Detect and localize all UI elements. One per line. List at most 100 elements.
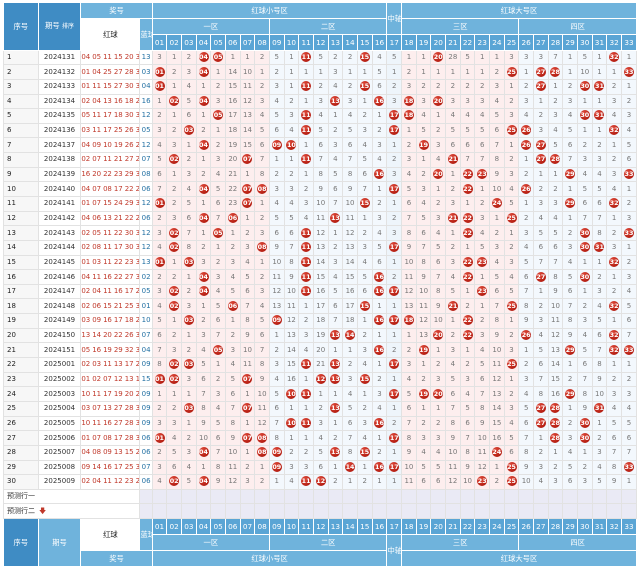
prediction-blue-cell[interactable] [139, 488, 153, 505]
row-issue[interactable]: 2025008 [37, 459, 82, 476]
prediction-cell[interactable] [430, 503, 447, 520]
prediction-cell[interactable] [151, 503, 168, 520]
row-issue[interactable]: 2024140 [37, 181, 82, 197]
row-issue[interactable]: 2024135 [37, 108, 82, 124]
prediction-cell[interactable] [254, 488, 270, 505]
row-issue[interactable]: 2024133 [37, 78, 82, 95]
row-issue[interactable]: 2025002 [37, 371, 82, 388]
prediction-row[interactable]: 预测行一 [2, 488, 638, 505]
prediction-cell[interactable] [430, 488, 447, 505]
row-issue[interactable]: 2024134 [37, 93, 82, 110]
prediction-cell[interactable] [239, 488, 256, 505]
prediction-cell[interactable] [210, 488, 226, 505]
prediction-cell[interactable] [503, 488, 520, 505]
row-issue[interactable]: 2024151 [37, 342, 82, 359]
prediction-cell[interactable] [268, 488, 285, 505]
prediction-cell[interactable] [327, 488, 344, 505]
prediction-cell[interactable] [562, 503, 578, 520]
prediction-cell[interactable] [327, 503, 344, 520]
prediction-cell[interactable] [283, 503, 300, 520]
prediction-cell[interactable] [283, 488, 300, 505]
prediction-cell[interactable] [151, 488, 168, 505]
prediction-cell[interactable] [518, 503, 534, 520]
prediction-cell[interactable] [620, 503, 638, 520]
prediction-cell[interactable] [342, 488, 358, 505]
row-issue[interactable]: 2024144 [37, 239, 82, 256]
prediction-cell[interactable] [547, 503, 564, 520]
prediction-cell[interactable] [415, 488, 432, 505]
prediction-cell[interactable] [474, 503, 491, 520]
row-issue[interactable]: 2024138 [37, 152, 82, 168]
row-issue[interactable]: 2024137 [37, 137, 82, 154]
prediction-cell[interactable] [166, 503, 183, 520]
prediction-cell[interactable] [489, 503, 505, 520]
prediction-cell[interactable] [401, 503, 417, 520]
prediction-cell[interactable] [445, 488, 461, 505]
prediction-cell[interactable] [606, 488, 622, 505]
prediction-cell[interactable] [239, 503, 256, 520]
prediction-cell[interactable] [459, 488, 476, 505]
sort-toggle[interactable]: 排序 [62, 23, 74, 30]
prediction-cell[interactable] [298, 488, 314, 505]
row-issue[interactable]: 2024143 [37, 225, 82, 241]
prediction-cell[interactable] [312, 488, 329, 505]
row-issue[interactable]: 2024147 [37, 283, 82, 300]
prediction-cell[interactable] [224, 488, 241, 505]
prediction-cell[interactable] [195, 503, 212, 520]
prediction-cell[interactable] [562, 488, 578, 505]
row-issue[interactable]: 2025009 [37, 474, 82, 490]
prediction-cell[interactable] [268, 503, 285, 520]
prediction-cell[interactable] [533, 488, 549, 505]
prediction-cell[interactable] [181, 503, 197, 520]
prediction-cell[interactable] [533, 503, 549, 520]
prediction-cell[interactable] [518, 488, 534, 505]
prediction-cell[interactable] [342, 503, 358, 520]
row-issue[interactable]: 2024142 [37, 210, 82, 227]
prediction-cell[interactable] [181, 488, 197, 505]
prediction-cell[interactable] [401, 488, 417, 505]
prediction-cell[interactable] [576, 488, 593, 505]
prediction-cell[interactable] [503, 503, 520, 520]
prediction-cell[interactable] [591, 503, 608, 520]
prediction-cell[interactable] [620, 488, 638, 505]
prediction-cell[interactable] [547, 488, 564, 505]
row-issue[interactable]: 2024141 [37, 195, 82, 212]
row-issue[interactable]: 2025001 [37, 357, 82, 373]
prediction-cell[interactable] [386, 488, 403, 505]
row-issue[interactable]: 2024136 [37, 122, 82, 139]
row-issue[interactable]: 2024131 [37, 49, 82, 66]
prediction-cell[interactable] [298, 503, 314, 520]
prediction-cell[interactable] [356, 503, 373, 520]
prediction-cell[interactable] [166, 488, 183, 505]
row-issue[interactable]: 2025006 [37, 430, 82, 446]
arrow-down-icon[interactable]: 🡇 [39, 507, 46, 515]
prediction-cell[interactable] [576, 503, 593, 520]
row-issue[interactable]: 2025004 [37, 400, 82, 417]
row-issue[interactable]: 2025007 [37, 444, 82, 461]
prediction-cell[interactable] [371, 503, 388, 520]
prediction-cell[interactable] [356, 488, 373, 505]
prediction-cell[interactable] [254, 503, 270, 520]
prediction-cell[interactable] [591, 488, 608, 505]
prediction-blue-cell[interactable] [139, 503, 153, 520]
prediction-cell[interactable] [489, 488, 505, 505]
row-issue[interactable]: 2024145 [37, 254, 82, 271]
row-issue[interactable]: 2025003 [37, 386, 82, 402]
prediction-row[interactable]: 预测行二 🡇 [2, 503, 638, 520]
prediction-cell[interactable] [210, 503, 226, 520]
row-issue[interactable]: 2024150 [37, 327, 82, 344]
row-issue[interactable]: 2024149 [37, 313, 82, 329]
prediction-cell[interactable] [415, 503, 432, 520]
prediction-cell[interactable] [371, 488, 388, 505]
prediction-cell[interactable] [445, 503, 461, 520]
prediction-cell[interactable] [312, 503, 329, 520]
prediction-cell[interactable] [606, 503, 622, 520]
prediction-cell[interactable] [224, 503, 241, 520]
prediction-cell[interactable] [386, 503, 403, 520]
row-issue[interactable]: 2024146 [37, 269, 82, 285]
row-issue[interactable]: 2025005 [37, 415, 82, 432]
row-issue[interactable]: 2024139 [37, 166, 82, 183]
row-issue[interactable]: 2024132 [37, 64, 82, 80]
prediction-cell[interactable] [195, 488, 212, 505]
row-issue[interactable]: 2024148 [37, 298, 82, 315]
